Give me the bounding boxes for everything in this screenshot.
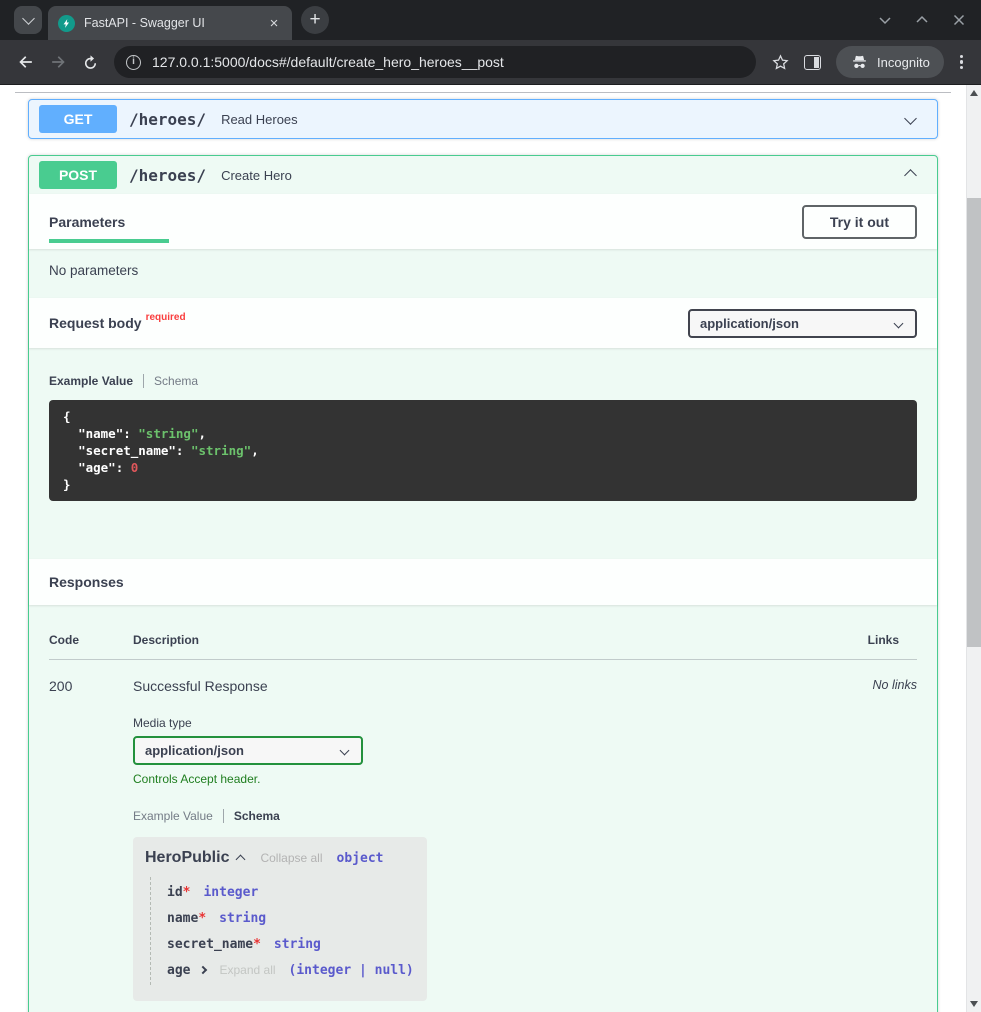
tab-strip: FastAPI - Swagger UI × +	[0, 0, 981, 40]
property-row-name: name* string	[167, 905, 415, 931]
response-code-200: 200	[49, 660, 133, 1001]
request-body-section: Example Value Schema { "name": "string",…	[29, 348, 937, 559]
opblock-post-heroes: POST /heroes/ Create Hero Parameters Try…	[28, 155, 938, 1012]
response-422-links: No links	[845, 1001, 917, 1012]
responses-table: Code Description Links 200 Successful Re…	[49, 633, 917, 1012]
incognito-label: Incognito	[877, 55, 930, 70]
required-asterisk: *	[198, 911, 206, 926]
endpoint-path: /heroes/	[129, 166, 206, 185]
forward-button[interactable]	[42, 46, 74, 78]
required-asterisk: *	[253, 937, 261, 952]
model-properties: id* integer name* string secret_name*	[150, 877, 415, 985]
column-header-description: Description	[133, 633, 845, 647]
tab-example-value[interactable]: Example Value	[133, 809, 223, 823]
window-controls	[877, 0, 967, 40]
parameters-section-header: Parameters Try it out	[29, 194, 937, 249]
opblock-get-heroes: GET /heroes/ Read Heroes	[28, 99, 938, 139]
model-collapse-chevron-icon[interactable]	[236, 855, 246, 865]
required-label: required	[146, 312, 186, 323]
tab-schema[interactable]: Schema	[224, 809, 290, 823]
example-json-codeblock[interactable]: { "name": "string", "secret_name": "stri…	[49, 400, 917, 501]
window-close-button[interactable]	[951, 12, 967, 28]
response-200-links: No links	[845, 660, 917, 1001]
accept-header-note: Controls Accept header.	[133, 772, 845, 786]
responses-section: Code Description Links 200 Successful Re…	[29, 605, 937, 1012]
model-title: HeroPublic	[145, 849, 229, 867]
tab-example-value[interactable]: Example Value	[49, 374, 143, 388]
model-title-row: HeroPublic Collapse all object	[145, 849, 415, 867]
incognito-icon	[850, 53, 869, 72]
request-body-title: Request bodyrequired	[49, 315, 186, 331]
expand-chevron-down-icon[interactable]	[906, 110, 915, 128]
media-type-label: Media type	[133, 716, 845, 730]
window-minimize-button[interactable]	[877, 12, 893, 28]
side-panel-button[interactable]	[796, 46, 828, 78]
bookmark-star-button[interactable]	[764, 46, 796, 78]
page-scrollbar[interactable]	[966, 85, 981, 1012]
request-body-tabs: Example Value Schema	[49, 374, 917, 388]
tab-schema[interactable]: Schema	[144, 374, 208, 388]
response-422-description: Validation Error	[133, 1001, 845, 1012]
response-200-description-cell: Successful Response Media type applicati…	[133, 660, 845, 1001]
chevron-down-icon	[894, 318, 904, 328]
model-type: object	[337, 851, 384, 866]
url-bar[interactable]: i 127.0.0.1:5000/docs#/default/create_he…	[114, 46, 756, 78]
request-content-type-select[interactable]: application/json	[688, 309, 917, 338]
fastapi-favicon-icon	[58, 15, 75, 32]
column-header-links: Links	[845, 633, 917, 647]
tab-title: FastAPI - Swagger UI	[84, 16, 264, 30]
tab-search-button[interactable]	[14, 6, 42, 34]
scrollbar-thumb[interactable]	[967, 198, 981, 647]
schema-model-box: HeroPublic Collapse all object id* integ…	[133, 837, 427, 1001]
tab-close-icon[interactable]: ×	[264, 13, 284, 33]
response-200-description: Successful Response	[133, 678, 845, 694]
method-badge-get: GET	[39, 105, 117, 133]
responses-title: Responses	[49, 574, 124, 590]
swagger-page: GET /heroes/ Read Heroes POST /heroes/ C…	[0, 85, 981, 1012]
required-asterisk: *	[183, 885, 191, 900]
chevron-down-icon	[22, 12, 35, 25]
page-info-icon[interactable]: i	[126, 55, 141, 70]
section-divider	[15, 92, 951, 93]
back-button[interactable]	[10, 46, 42, 78]
opblock-get-header[interactable]: GET /heroes/ Read Heroes	[29, 100, 937, 138]
collapse-all-link[interactable]: Collapse all	[260, 851, 322, 865]
expand-chevron-right-icon[interactable]	[199, 966, 207, 974]
reload-button[interactable]	[74, 46, 106, 78]
swagger-content: GET /heroes/ Read Heroes POST /heroes/ C…	[0, 85, 966, 1012]
collapse-chevron-up-icon[interactable]	[906, 165, 915, 185]
request-body-section-header: Request bodyrequired application/json	[29, 298, 937, 348]
browser-window: FastAPI - Swagger UI × + i 1	[0, 0, 981, 1012]
incognito-badge: Incognito	[836, 46, 944, 78]
scrollbar-up-arrow[interactable]	[970, 90, 978, 96]
response-code-422: 422	[49, 1001, 133, 1012]
method-badge-post: POST	[39, 161, 117, 189]
expand-all-link[interactable]: Expand all	[219, 963, 275, 977]
window-maximize-button[interactable]	[914, 12, 930, 28]
scrollbar-down-arrow[interactable]	[970, 1001, 978, 1007]
response-media-type-select[interactable]: application/json	[133, 736, 363, 765]
browser-tab[interactable]: FastAPI - Swagger UI ×	[48, 6, 292, 40]
try-it-out-button[interactable]: Try it out	[802, 205, 917, 239]
responses-section-header: Responses	[29, 559, 937, 605]
response-tabs: Example Value Schema	[133, 809, 845, 823]
parameters-title: Parameters	[49, 214, 169, 243]
column-header-code: Code	[49, 633, 133, 647]
browser-toolbar: i 127.0.0.1:5000/docs#/default/create_he…	[0, 40, 981, 85]
no-parameters-text: No parameters	[29, 249, 937, 298]
url-text[interactable]: 127.0.0.1:5000/docs#/default/create_hero…	[152, 54, 504, 70]
endpoint-summary: Create Hero	[221, 168, 292, 183]
new-tab-button[interactable]: +	[301, 6, 329, 34]
endpoint-summary: Read Heroes	[221, 112, 298, 127]
browser-menu-button[interactable]	[952, 47, 971, 78]
opblock-post-header[interactable]: POST /heroes/ Create Hero	[29, 156, 937, 194]
endpoint-path: /heroes/	[129, 110, 206, 129]
property-row-id: id* integer	[167, 879, 415, 905]
chevron-down-icon	[340, 746, 350, 756]
property-row-secret-name: secret_name* string	[167, 931, 415, 957]
property-row-age: age Expand all (integer | null)	[167, 957, 415, 983]
side-panel-icon	[804, 55, 821, 70]
